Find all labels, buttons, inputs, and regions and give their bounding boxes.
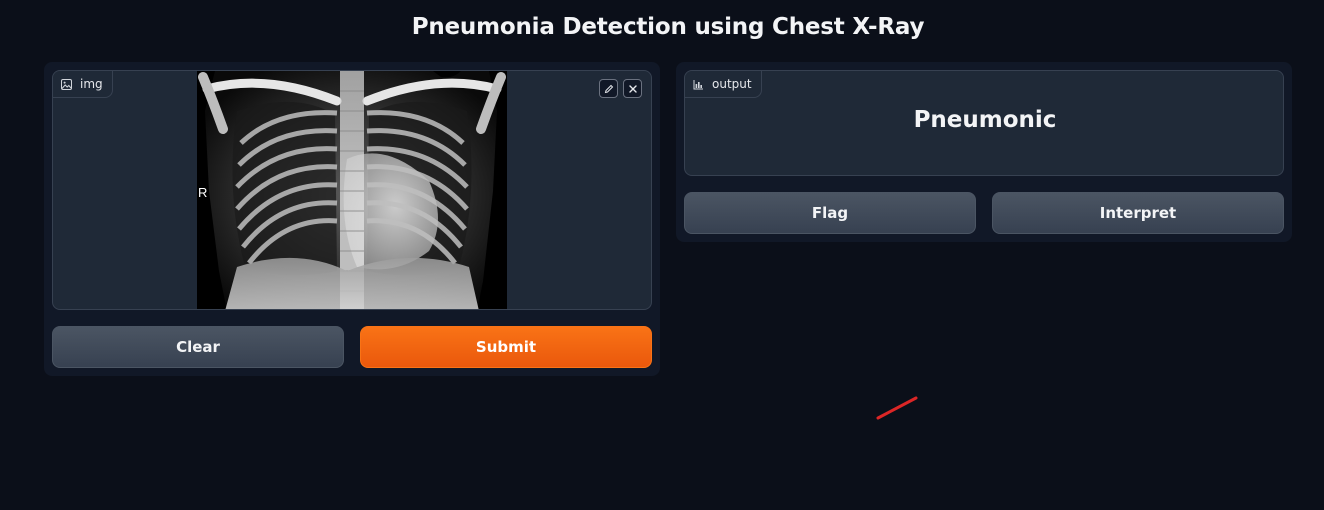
output-label-text: output: [712, 77, 752, 91]
image-icon: [61, 78, 72, 90]
edit-image-button[interactable]: [599, 79, 618, 98]
close-icon: [628, 79, 638, 98]
prediction-label: Pneumonic: [913, 107, 1057, 133]
xray-image: R: [197, 71, 507, 309]
img-label-tag: img: [53, 71, 113, 98]
bar-chart-icon: [693, 79, 704, 90]
annotation-stroke: [876, 396, 918, 420]
input-panel: img R Clear Submit: [44, 62, 660, 376]
image-upload-area[interactable]: img R: [52, 70, 652, 310]
pencil-icon: [604, 79, 614, 98]
output-panel: output Pneumonic Flag Interpret: [676, 62, 1292, 242]
clear-button[interactable]: Clear: [52, 326, 344, 368]
submit-button[interactable]: Submit: [360, 326, 652, 368]
remove-image-button[interactable]: [623, 79, 642, 98]
app-page: Pneumonia Detection using Chest X-Ray im…: [0, 0, 1324, 510]
interpret-button[interactable]: Interpret: [992, 192, 1284, 234]
output-box: output Pneumonic: [684, 70, 1284, 176]
flag-button[interactable]: Flag: [684, 192, 976, 234]
xray-marker: R: [198, 185, 207, 200]
output-label-tag: output: [685, 71, 762, 98]
img-label-text: img: [80, 77, 103, 91]
page-title: Pneumonia Detection using Chest X-Ray: [411, 14, 925, 40]
